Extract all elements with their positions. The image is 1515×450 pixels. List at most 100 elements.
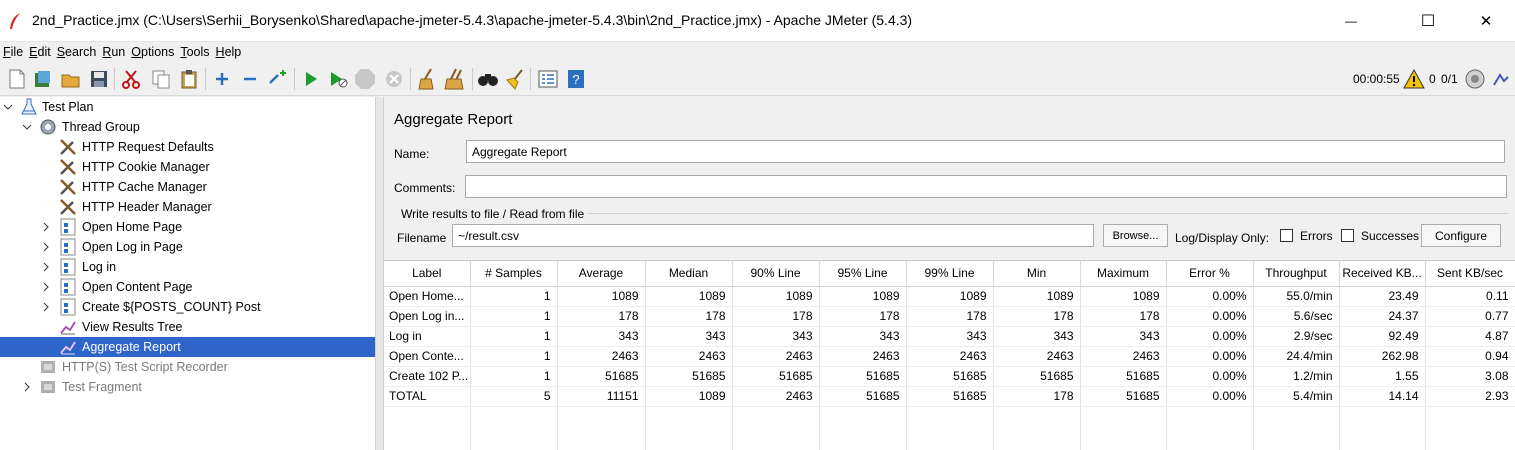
reset-search-icon[interactable] [504,68,526,90]
clear-icon[interactable] [416,68,438,90]
successes-checkbox[interactable] [1341,229,1354,242]
menu-run[interactable]: Run [102,45,125,59]
column-header[interactable]: Error % [1166,261,1254,287]
toolbar: ? 00:00:55 0 0/1 [0,62,1515,96]
tree-item-test-script-recorder[interactable]: HTTP(S) Test Script Recorder [0,357,375,377]
name-field[interactable]: Aggregate Report [466,140,1505,163]
column-header[interactable]: Received KB... [1339,261,1426,287]
column-header[interactable]: 90% Line [732,261,820,287]
column-header[interactable]: Throughput [1253,261,1340,287]
table-cell: 0.00% [1166,346,1254,367]
toggle-icon[interactable] [267,68,289,90]
column-header[interactable]: 95% Line [819,261,907,287]
paste-icon[interactable] [178,68,200,90]
tree-item-create-posts[interactable]: Create ${POSTS_COUNT} Post [0,297,375,317]
open-icon[interactable] [60,68,82,90]
log-viewer-icon[interactable] [1490,68,1512,90]
collapse-all-icon[interactable] [239,68,261,90]
chevron-right-icon[interactable] [41,222,51,232]
shutdown-icon[interactable] [383,68,405,90]
chevron-right-icon[interactable] [41,262,51,272]
menu-edit[interactable]: Edit [29,45,51,59]
stop-icon[interactable] [354,68,376,90]
column-header[interactable]: Maximum [1080,261,1167,287]
new-icon[interactable] [6,68,28,90]
copy-icon[interactable] [150,68,172,90]
transaction-controller-icon [60,278,76,296]
column-header[interactable]: # Samples [470,261,558,287]
table-row[interactable]: Create 102 P... 1 51685 51685 51685 5168… [384,366,1515,387]
column-header[interactable]: Median [645,261,733,287]
tree-item-view-results-tree[interactable]: View Results Tree [0,317,375,337]
chevron-right-icon[interactable] [41,242,51,252]
errors-checkbox[interactable] [1280,229,1293,242]
table-cell: 0.00% [1166,366,1254,387]
tree-item-open-log-in-page[interactable]: Open Log in Page [0,237,375,257]
tree-item-log-in[interactable]: Log in [0,257,375,277]
table-row[interactable]: Open Conte... 1 2463 2463 2463 2463 2463… [384,346,1515,367]
table-row[interactable]: Log in 1 343 343 343 343 343 343 343 0.0… [384,326,1515,347]
tree-item-test-plan[interactable]: Test Plan [0,97,375,117]
chevron-down-icon[interactable] [22,122,32,132]
column-header[interactable]: Average [557,261,646,287]
function-helper-icon[interactable] [537,68,559,90]
chevron-right-icon[interactable] [41,282,51,292]
menu-tools[interactable]: Tools [180,45,209,59]
column-header[interactable]: Sent KB/sec [1425,261,1515,287]
column-header[interactable]: Min [993,261,1081,287]
table-cell: 51685 [557,366,646,387]
cut-icon[interactable] [120,68,142,90]
filename-field[interactable]: ~/result.csv [452,224,1094,247]
tree-item-test-fragment[interactable]: Test Fragment [0,377,375,397]
start-no-pauses-icon[interactable] [327,68,349,90]
table-cell: 1089 [732,286,820,307]
tree-item-open-home-page[interactable]: Open Home Page [0,217,375,237]
close-button[interactable]: ✕ [1463,0,1509,42]
table-cell: 343 [1080,326,1167,347]
tree-item-http-cookie-manager[interactable]: HTTP Cookie Manager [0,157,375,177]
tree-item-http-header-manager[interactable]: HTTP Header Manager [0,197,375,217]
table-cell: 2463 [645,346,733,367]
expand-all-icon[interactable] [211,68,233,90]
templates-icon[interactable] [32,68,54,90]
table-row[interactable]: TOTAL 5 11151 1089 2463 51685 51685 178 … [384,386,1515,407]
transaction-controller-icon [60,218,76,236]
browse-button[interactable]: Browse... [1103,224,1168,247]
minimize-button[interactable]: — [1328,0,1374,42]
table-row[interactable]: Open Home... 1 1089 1089 1089 1089 1089 … [384,286,1515,307]
start-icon[interactable] [300,68,322,90]
tree-item-http-request-defaults[interactable]: HTTP Request Defaults [0,137,375,157]
menu-help[interactable]: Help [216,45,242,59]
clear-all-icon[interactable] [444,68,466,90]
menu-options[interactable]: Options [131,45,174,59]
tree-item-label: Open Log in Page [82,240,183,254]
tree-item-http-cache-manager[interactable]: HTTP Cache Manager [0,177,375,197]
table-cell: 55.0/min [1253,286,1340,307]
maximize-button[interactable]: ☐ [1405,0,1451,42]
menu-file[interactable]: File [3,45,23,59]
tree-item-open-content-page[interactable]: Open Content Page [0,277,375,297]
column-header[interactable]: 99% Line [906,261,994,287]
tree-item-label: HTTP(S) Test Script Recorder [62,360,228,374]
warning-icon[interactable] [1403,68,1425,90]
tree-item-aggregate-report[interactable]: Aggregate Report [0,337,375,357]
table-row[interactable]: Open Log in... 1 178 178 178 178 178 178… [384,306,1515,327]
table-cell: 14.14 [1339,386,1426,407]
chevron-down-icon[interactable] [3,102,13,112]
chevron-right-icon[interactable] [41,302,51,312]
errors-label: Errors [1300,229,1333,243]
title-bar: 2nd_Practice.jmx (C:\Users\Serhii_Boryse… [0,0,1515,42]
search-binoculars-icon[interactable] [477,68,499,90]
menu-search[interactable]: Search [57,45,97,59]
configure-button[interactable]: Configure [1421,224,1501,247]
table-cell: 24.37 [1339,306,1426,327]
listener-graph-icon [60,341,76,355]
comments-field[interactable] [465,175,1507,198]
tree-item-thread-group[interactable]: Thread Group [0,117,375,137]
chevron-right-icon[interactable] [22,382,32,392]
save-icon[interactable] [88,68,110,90]
help-icon[interactable]: ? [565,68,587,90]
table-cell: 51685 [1080,386,1167,407]
column-header[interactable]: Label [384,261,471,287]
panel-splitter[interactable] [375,97,384,450]
